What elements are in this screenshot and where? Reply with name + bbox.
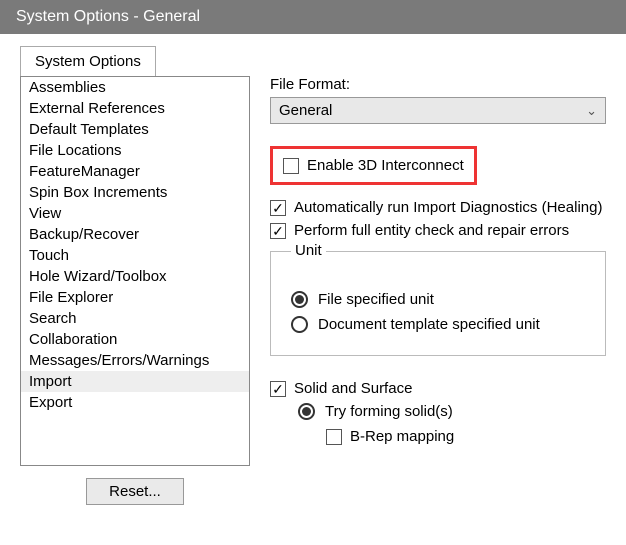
sidebar-item-messages-errors-warnings[interactable]: Messages/Errors/Warnings (21, 350, 249, 371)
checkbox-checked-icon[interactable]: ✓ (270, 200, 286, 216)
sidebar-item-assemblies[interactable]: Assemblies (21, 77, 249, 98)
solid-surface-label: Solid and Surface (294, 380, 412, 397)
auto-diagnostics-row[interactable]: ✓ Automatically run Import Diagnostics (… (270, 199, 606, 216)
sidebar-item-collaboration[interactable]: Collaboration (21, 329, 249, 350)
tab-system-options[interactable]: System Options (20, 46, 156, 76)
sidebar-item-default-templates[interactable]: Default Templates (21, 119, 249, 140)
unit-file-specified-label: File specified unit (318, 291, 434, 308)
brep-row[interactable]: B-Rep mapping (326, 428, 606, 445)
enable-3d-label: Enable 3D Interconnect (307, 157, 464, 174)
checkbox-checked-icon[interactable]: ✓ (270, 381, 286, 397)
file-format-value: General (279, 102, 332, 119)
sidebar-item-spin-box-increments[interactable]: Spin Box Increments (21, 182, 249, 203)
auto-diagnostics-label: Automatically run Import Diagnostics (He… (294, 199, 602, 216)
tab-strip: System Options (20, 46, 626, 76)
try-forming-row[interactable]: Try forming solid(s) (298, 403, 606, 420)
brep-label: B-Rep mapping (350, 428, 454, 445)
checkbox-checked-icon[interactable]: ✓ (270, 223, 286, 239)
try-forming-label: Try forming solid(s) (325, 403, 453, 420)
sidebar-column: AssembliesExternal ReferencesDefault Tem… (20, 76, 250, 505)
highlight-box: Enable 3D Interconnect (270, 146, 477, 185)
sidebar-item-search[interactable]: Search (21, 308, 249, 329)
settings-panel: File Format: General ⌄ Enable 3D Interco… (250, 76, 606, 505)
sidebar-item-view[interactable]: View (21, 203, 249, 224)
reset-button[interactable]: Reset... (86, 478, 184, 505)
enable-3d-interconnect-row[interactable]: Enable 3D Interconnect (283, 157, 464, 174)
entity-check-label: Perform full entity check and repair err… (294, 222, 569, 239)
sidebar-item-touch[interactable]: Touch (21, 245, 249, 266)
sidebar-item-hole-wizard-toolbox[interactable]: Hole Wizard/Toolbox (21, 266, 249, 287)
radio-unchecked-icon[interactable] (291, 316, 308, 333)
radio-checked-icon[interactable] (291, 291, 308, 308)
sidebar-item-import[interactable]: Import (21, 371, 249, 392)
unit-fieldset: Unit File specified unit Document templa… (270, 251, 606, 356)
solid-surface-row[interactable]: ✓ Solid and Surface (270, 380, 606, 397)
unit-doc-template-label: Document template specified unit (318, 316, 540, 333)
checkbox-unchecked-icon[interactable] (283, 158, 299, 174)
sidebar-item-file-explorer[interactable]: File Explorer (21, 287, 249, 308)
window-title: System Options - General (0, 0, 626, 34)
sidebar-item-backup-recover[interactable]: Backup/Recover (21, 224, 249, 245)
chevron-down-icon: ⌄ (586, 103, 597, 119)
unit-doc-template-row[interactable]: Document template specified unit (291, 316, 591, 333)
content-area: AssembliesExternal ReferencesDefault Tem… (0, 76, 626, 517)
sidebar-item-external-references[interactable]: External References (21, 98, 249, 119)
sidebar-item-file-locations[interactable]: File Locations (21, 140, 249, 161)
unit-file-specified-row[interactable]: File specified unit (291, 291, 591, 308)
file-format-dropdown[interactable]: General ⌄ (270, 97, 606, 124)
file-format-label: File Format: (270, 76, 606, 93)
checkbox-unchecked-icon[interactable] (326, 429, 342, 445)
unit-legend: Unit (291, 242, 326, 259)
sidebar-item-export[interactable]: Export (21, 392, 249, 413)
category-listbox[interactable]: AssembliesExternal ReferencesDefault Tem… (20, 76, 250, 466)
radio-checked-icon[interactable] (298, 403, 315, 420)
sidebar-item-featuremanager[interactable]: FeatureManager (21, 161, 249, 182)
entity-check-row[interactable]: ✓ Perform full entity check and repair e… (270, 222, 606, 239)
solid-surface-group: ✓ Solid and Surface Try forming solid(s)… (270, 380, 606, 445)
